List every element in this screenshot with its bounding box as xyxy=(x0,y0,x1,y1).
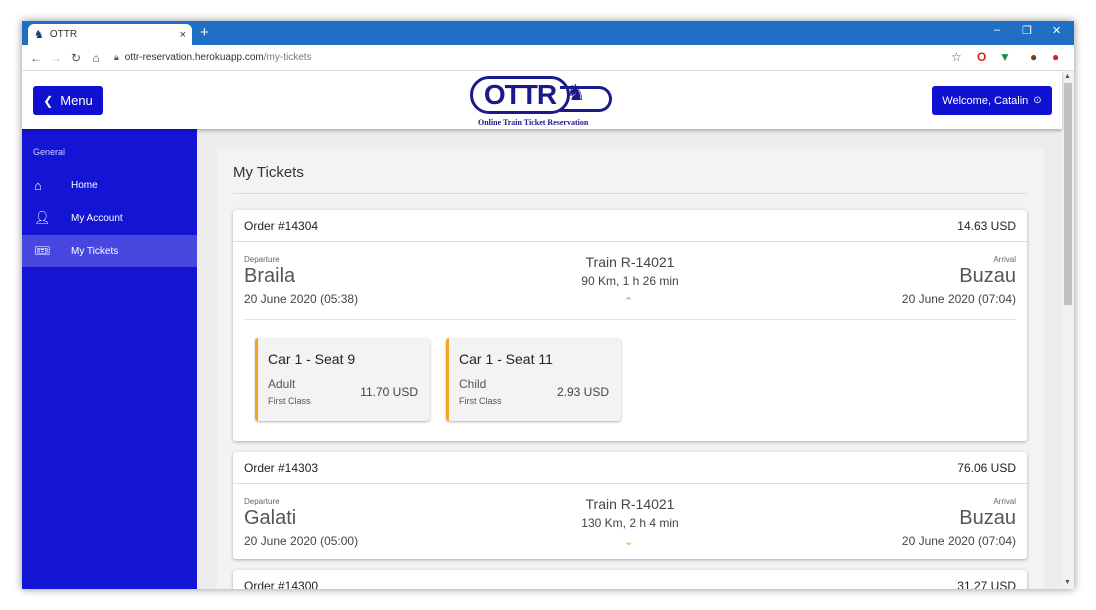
url-path: /my-tickets xyxy=(263,52,312,63)
browser-window: ♞ OTTR × + – ❐ ✕ ← → ↻ ⌂ 🔒︎ ottr-reserva… xyxy=(22,21,1074,589)
ottr-favicon-icon: ♞ xyxy=(34,29,44,41)
order-card: Order #14303 76.06 USD Departure Arrival… xyxy=(233,452,1027,559)
logo-text: OTTR xyxy=(470,76,570,114)
departure-time: 20 June 2020 (05:38) xyxy=(244,292,359,306)
new-tab-button[interactable]: + xyxy=(200,24,209,42)
address-bar[interactable]: ottr-reservation.herokuapp.com/my-ticket… xyxy=(125,52,312,63)
seat-name: Car 1 - Seat 11 xyxy=(459,351,553,367)
home-icon: ⌂ xyxy=(34,177,42,193)
arrival-time: 20 June 2020 (07:04) xyxy=(901,292,1016,306)
departure-time: 20 June 2020 (05:00) xyxy=(244,534,359,548)
arrival-city: Buzau xyxy=(959,507,1016,529)
scroll-down-icon[interactable]: ▼ xyxy=(1064,579,1071,586)
welcome-label: Welcome, Catalin xyxy=(942,94,1029,107)
menu-button[interactable]: ❮ Menu xyxy=(33,86,103,115)
order-id: Order #14303 xyxy=(244,461,319,475)
browser-tab[interactable]: ♞ OTTR × xyxy=(28,24,192,45)
profile-avatar-icon[interactable]: ● xyxy=(1030,50,1037,64)
seat-class: First Class xyxy=(268,396,311,406)
train-name: Train R-14021 xyxy=(585,254,675,270)
arrival-label: Arrival xyxy=(993,255,1016,264)
sidebar-item-label: My Tickets xyxy=(71,245,119,257)
divider xyxy=(233,193,1027,194)
seat-card: Car 1 - Seat 11 Child First Class 2.93 U… xyxy=(446,338,621,421)
user-icon: 👤︎ xyxy=(34,210,51,225)
passenger-type: Adult xyxy=(268,377,296,391)
order-total: 14.63 USD xyxy=(957,219,1016,233)
order-header: Order #14300 31.27 USD xyxy=(233,570,1027,589)
ottr-logo[interactable]: OTTR ♞ Online Train Ticket Reservation xyxy=(470,74,615,128)
forward-icon[interactable]: → xyxy=(46,51,66,65)
sidebar-section-label: General xyxy=(33,147,66,157)
seat-name: Car 1 - Seat 9 xyxy=(268,351,356,367)
departure-label: Departure xyxy=(244,497,280,506)
sidebar-item-home[interactable]: ⌂ Home xyxy=(22,169,197,201)
chevron-circle-down-icon: ⊙ xyxy=(1033,95,1042,106)
order-header: Order #14304 14.63 USD xyxy=(233,210,1027,242)
reload-icon[interactable]: ↻ xyxy=(66,51,86,65)
order-total: 76.06 USD xyxy=(957,461,1016,475)
order-header: Order #14303 76.06 USD xyxy=(233,452,1027,484)
minimize-icon[interactable]: – xyxy=(994,24,1000,36)
order-total: 31.27 USD xyxy=(957,579,1016,589)
order-id: Order #14304 xyxy=(244,219,319,233)
logo-ticket-shape xyxy=(560,86,612,112)
chevron-up-icon[interactable]: ⌃ xyxy=(624,295,633,308)
departure-city: Braila xyxy=(244,265,296,287)
seat-class: First Class xyxy=(459,396,502,406)
tab-title: OTTR xyxy=(49,29,78,40)
lock-icon[interactable]: 🔒︎ xyxy=(114,52,119,63)
opera-extension-icon[interactable]: O xyxy=(977,50,986,64)
trip-distance-duration: 90 Km, 1 h 26 min xyxy=(581,274,679,288)
home-browser-icon[interactable]: ⌂ xyxy=(86,51,106,65)
vpn-extension-icon[interactable]: ▼ xyxy=(999,50,1011,64)
arrival-label: Arrival xyxy=(993,497,1016,506)
departure-city: Galati xyxy=(244,507,297,529)
tab-close-icon[interactable]: × xyxy=(180,29,186,41)
address-toolbar: ← → ↻ ⌂ 🔒︎ ottr-reservation.herokuapp.co… xyxy=(22,45,1074,71)
tickets-panel: My Tickets Order #14304 14.63 USD Depart… xyxy=(217,149,1044,589)
seat-price: 11.70 USD xyxy=(360,385,418,399)
passenger-type: Child xyxy=(459,377,487,391)
url-host: ottr-reservation.herokuapp.com xyxy=(124,52,264,63)
ticket-icon: 🎟︎ xyxy=(34,243,51,258)
main-content: My Tickets Order #14304 14.63 USD Depart… xyxy=(197,129,1062,589)
divider xyxy=(244,319,1016,320)
departure-label: Departure xyxy=(244,255,280,264)
scroll-up-icon[interactable]: ▲ xyxy=(1064,73,1071,80)
welcome-user-button[interactable]: Welcome, Catalin ⊙ xyxy=(932,86,1052,115)
menu-label: Menu xyxy=(60,93,93,108)
bookmark-star-icon[interactable]: ☆ xyxy=(951,50,962,64)
order-card: Order #14304 14.63 USD Departure Arrival… xyxy=(233,210,1027,441)
train-name: Train R-14021 xyxy=(585,496,675,512)
trip-distance-duration: 130 Km, 2 h 4 min xyxy=(581,516,679,530)
sidebar-item-my-tickets[interactable]: 🎟︎ My Tickets xyxy=(22,235,197,267)
order-id: Order #14300 xyxy=(244,579,319,589)
restore-icon[interactable]: ❐ xyxy=(1022,24,1032,37)
adblock-extension-icon[interactable]: ● xyxy=(1052,50,1059,64)
sidebar-item-my-account[interactable]: 👤︎ My Account xyxy=(22,202,197,234)
app-header: ❮ Menu OTTR ♞ Online Train Ticket Reserv… xyxy=(22,71,1062,129)
scrollbar-thumb[interactable] xyxy=(1064,83,1072,305)
chevron-down-icon[interactable]: ⌄ xyxy=(624,535,633,548)
browser-titlebar: ♞ OTTR × + – ❐ ✕ xyxy=(22,21,1074,45)
close-window-icon[interactable]: ✕ xyxy=(1052,24,1061,37)
chevron-left-icon: ❮ xyxy=(43,93,54,108)
seat-card: Car 1 - Seat 9 Adult First Class 11.70 U… xyxy=(255,338,430,421)
page-scrollbar[interactable]: ▲ ▼ xyxy=(1062,71,1074,589)
sidebar: General ⌂ Home 👤︎ My Account 🎟︎ My Ticke… xyxy=(22,129,197,589)
arrival-city: Buzau xyxy=(959,265,1016,287)
page-title: My Tickets xyxy=(233,164,304,181)
logo-subtitle: Online Train Ticket Reservation xyxy=(478,118,589,127)
sidebar-item-label: Home xyxy=(71,179,98,191)
arrival-time: 20 June 2020 (07:04) xyxy=(901,534,1016,548)
seat-price: 2.93 USD xyxy=(556,385,609,399)
sidebar-item-label: My Account xyxy=(71,212,123,224)
app: ❮ Menu OTTR ♞ Online Train Ticket Reserv… xyxy=(22,71,1062,589)
order-card: Order #14300 31.27 USD xyxy=(233,570,1027,589)
back-icon[interactable]: ← xyxy=(26,51,46,65)
